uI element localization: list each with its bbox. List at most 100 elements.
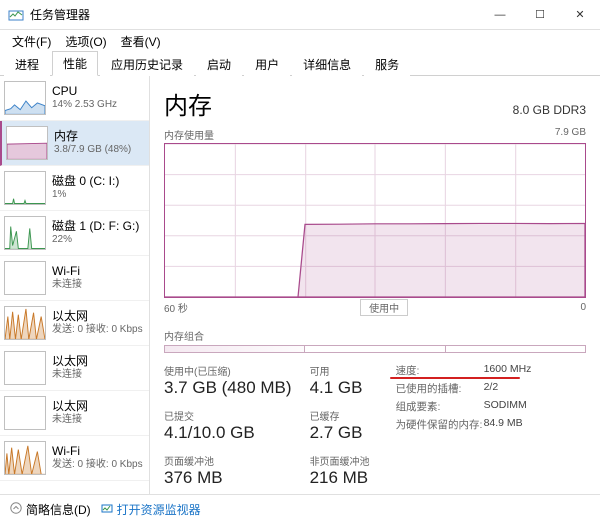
- sidebar: CPU14% 2.53 GHz 内存3.8/7.9 GB (48%) 磁盘 0 …: [0, 76, 150, 494]
- sidebar-item-sub: 未连接: [52, 414, 88, 427]
- sidebar-item-disk0[interactable]: 磁盘 0 (C: I:)1%: [0, 166, 149, 211]
- fewer-details-button[interactable]: 简略信息(D): [10, 501, 91, 518]
- chart-label: 内存使用量: [164, 127, 214, 142]
- sidebar-item-label: CPU: [52, 84, 117, 99]
- sidebar-item-label: Wi-Fi: [52, 444, 143, 459]
- detail-speed-label: 速度:: [396, 363, 484, 378]
- tab-processes[interactable]: 进程: [4, 52, 50, 76]
- detail-form-value: SODIMM: [484, 399, 527, 414]
- sidebar-item-label: 以太网: [52, 354, 88, 369]
- chart-ymax: 7.9 GB: [555, 127, 586, 142]
- detail-slots-value: 2/2: [484, 381, 499, 396]
- stat-value: 3.7 GB (480 MB): [164, 378, 292, 398]
- slot-standby: [446, 346, 585, 352]
- minimize-button[interactable]: —: [480, 0, 520, 30]
- memory-capacity: 8.0 GB DDR3: [513, 103, 586, 117]
- stat-label: 可用: [310, 363, 370, 378]
- sidebar-item-sub: 发送: 0 接收: 0 Kbps: [52, 459, 143, 472]
- stat-committed: 已提交 4.1/10.0 GB: [164, 408, 292, 443]
- sidebar-item-sub: 22%: [52, 234, 139, 247]
- menu-file[interactable]: 文件(F): [6, 31, 57, 52]
- cpu-thumb-icon: [4, 81, 46, 115]
- resmon-icon: [101, 502, 113, 517]
- sidebar-item-label: Wi-Fi: [52, 264, 82, 279]
- tab-bar: 进程 性能 应用历史记录 启动 用户 详细信息 服务: [0, 52, 600, 76]
- sidebar-item-label: 内存: [54, 129, 131, 144]
- stat-label: 页面缓冲池: [164, 453, 292, 468]
- tab-users[interactable]: 用户: [244, 52, 290, 76]
- tab-app-history[interactable]: 应用历史记录: [100, 52, 194, 76]
- stat-label: 非页面缓冲池: [310, 453, 370, 468]
- chart-x-right: 0: [580, 302, 586, 313]
- detail-form-label: 组成要素:: [396, 399, 484, 414]
- stat-used: 使用中(已压缩) 3.7 GB (480 MB): [164, 363, 292, 398]
- tab-performance[interactable]: 性能: [52, 51, 98, 76]
- page-title: 内存: [164, 86, 212, 121]
- sidebar-item-sub: 1%: [52, 189, 119, 202]
- stat-value: 376 MB: [164, 468, 292, 488]
- sidebar-item-label: 以太网: [52, 309, 143, 324]
- memory-thumb-icon: [6, 126, 48, 160]
- slot-modified: [305, 346, 445, 352]
- tab-startup[interactable]: 启动: [196, 52, 242, 76]
- sidebar-item-memory[interactable]: 内存3.8/7.9 GB (48%): [0, 121, 149, 166]
- chart-x-mid: 使用中: [360, 299, 408, 316]
- stat-available: 可用 4.1 GB: [310, 363, 370, 398]
- close-button[interactable]: ✕: [560, 0, 600, 30]
- sidebar-item-ethernet[interactable]: 以太网未连接: [0, 346, 149, 391]
- open-resmon-link[interactable]: 打开资源监视器: [101, 501, 201, 518]
- chevron-up-icon: [10, 502, 22, 517]
- title-bar: 任务管理器 — ☐ ✕: [0, 0, 600, 30]
- sidebar-item-cpu[interactable]: CPU14% 2.53 GHz: [0, 76, 149, 121]
- window-title: 任务管理器: [30, 6, 480, 23]
- disk-thumb-icon: [4, 171, 46, 205]
- sidebar-item-disk1[interactable]: 磁盘 1 (D: F: G:)22%: [0, 211, 149, 256]
- ethernet-thumb-icon: [4, 396, 46, 430]
- detail-hw-value: 84.9 MB: [484, 417, 523, 432]
- detail-slots-label: 已使用的插槽:: [396, 381, 484, 396]
- disk-thumb-icon: [4, 216, 46, 250]
- menu-options[interactable]: 选项(O): [59, 31, 112, 52]
- memory-details: 速度:1600 MHz 已使用的插槽:2/2 组成要素:SODIMM 为硬件保留…: [396, 363, 532, 488]
- stat-label: 已提交: [164, 408, 292, 423]
- sidebar-item-label: 磁盘 1 (D: F: G:): [52, 219, 139, 234]
- stat-value: 2.7 GB: [310, 423, 370, 443]
- stat-value: 216 MB: [310, 468, 370, 488]
- open-resmon-label: 打开资源监视器: [117, 501, 201, 518]
- sidebar-item-wifi[interactable]: Wi-Fi未连接: [0, 256, 149, 301]
- stat-label: 已缓存: [310, 408, 370, 423]
- sidebar-item-label: 以太网: [52, 399, 88, 414]
- stats: 使用中(已压缩) 3.7 GB (480 MB) 已提交 4.1/10.0 GB…: [164, 363, 586, 488]
- slots-label: 内存组合: [164, 328, 586, 343]
- ethernet-thumb-icon: [4, 306, 46, 340]
- sidebar-item-ethernet[interactable]: 以太网发送: 0 接收: 0 Kbps: [0, 301, 149, 346]
- sidebar-item-sub: 发送: 0 接收: 0 Kbps: [52, 324, 143, 337]
- content: CPU14% 2.53 GHz 内存3.8/7.9 GB (48%) 磁盘 0 …: [0, 76, 600, 494]
- stat-nonpaged: 非页面缓冲池 216 MB: [310, 453, 370, 488]
- tab-details[interactable]: 详细信息: [292, 52, 362, 76]
- tab-services[interactable]: 服务: [364, 52, 410, 76]
- memory-chart-block: 内存使用量 7.9 GB 60 秒 使用中 0: [164, 127, 586, 316]
- sidebar-item-sub: 未连接: [52, 369, 88, 382]
- menu-bar: 文件(F) 选项(O) 查看(V): [0, 30, 600, 52]
- chart-x-left: 60 秒: [164, 300, 188, 315]
- fewer-details-label: 简略信息(D): [26, 501, 91, 518]
- wifi-thumb-icon: [4, 261, 46, 295]
- detail-hw-label: 为硬件保留的内存:: [396, 417, 484, 432]
- wifi-thumb-icon: [4, 441, 46, 475]
- slot-used: [165, 346, 305, 352]
- sidebar-item-label: 磁盘 0 (C: I:): [52, 174, 119, 189]
- ethernet-thumb-icon: [4, 351, 46, 385]
- app-icon: [8, 7, 24, 23]
- sidebar-item-wifi[interactable]: Wi-Fi发送: 0 接收: 0 Kbps: [0, 436, 149, 481]
- stat-value: 4.1 GB: [310, 378, 370, 398]
- main-panel: 内存 8.0 GB DDR3 内存使用量 7.9 GB 60 秒 使用中: [150, 76, 600, 494]
- maximize-button[interactable]: ☐: [520, 0, 560, 30]
- memory-composition: [164, 345, 586, 353]
- stat-paged: 页面缓冲池 376 MB: [164, 453, 292, 488]
- stat-label: 使用中(已压缩): [164, 363, 292, 378]
- detail-speed-value: 1600 MHz: [484, 363, 532, 378]
- sidebar-item-sub: 3.8/7.9 GB (48%): [54, 144, 131, 157]
- menu-view[interactable]: 查看(V): [115, 31, 167, 52]
- sidebar-item-ethernet[interactable]: 以太网未连接: [0, 391, 149, 436]
